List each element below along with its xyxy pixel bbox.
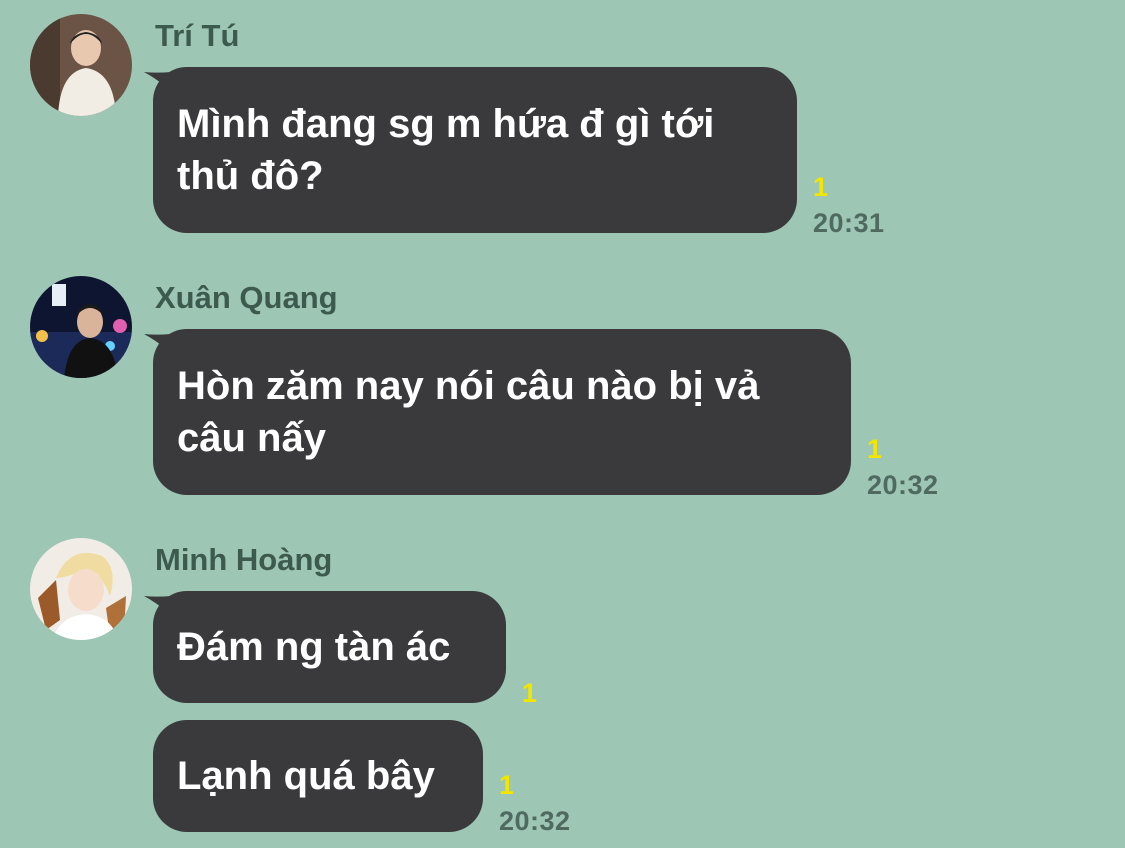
sender-name: Minh Hoàng (155, 542, 333, 577)
message-bubble[interactable]: Đám ng tàn ác (153, 591, 506, 703)
read-count: 1 (867, 434, 883, 464)
user-avatar-icon (30, 14, 132, 116)
avatar-tri-tu[interactable] (30, 14, 132, 116)
message-text: thủ đô? (177, 154, 324, 198)
sender-name: Trí Tú (155, 18, 240, 53)
message-text: câu nấy (177, 416, 326, 460)
read-count: 1 (522, 678, 538, 708)
avatar-minh-hoang[interactable] (30, 538, 132, 640)
message-text: Lạnh quá bây (177, 754, 435, 798)
message-bubble[interactable]: Lạnh quá bây (153, 720, 483, 832)
message-time: 20:32 (499, 806, 571, 836)
message-text: Hòn zăm nay nói câu nào bị vả (177, 364, 760, 408)
read-count: 1 (499, 770, 515, 800)
read-count: 1 (813, 172, 829, 202)
message-bubble[interactable]: Hòn zăm nay nói câu nào bị vả câu nấy (153, 329, 851, 495)
sender-name: Xuân Quang (155, 280, 338, 315)
message-time: 20:31 (813, 208, 885, 238)
user-avatar-icon (30, 538, 132, 640)
avatar-xuan-quang[interactable] (30, 276, 132, 378)
message-text: Mình đang sg m hứa đ gì tới (177, 102, 715, 146)
message-time: 20:32 (867, 470, 939, 500)
message-bubble[interactable]: Mình đang sg m hứa đ gì tới thủ đô? (153, 67, 797, 233)
user-avatar-icon (30, 276, 132, 378)
message-text: Đám ng tàn ác (177, 625, 451, 669)
